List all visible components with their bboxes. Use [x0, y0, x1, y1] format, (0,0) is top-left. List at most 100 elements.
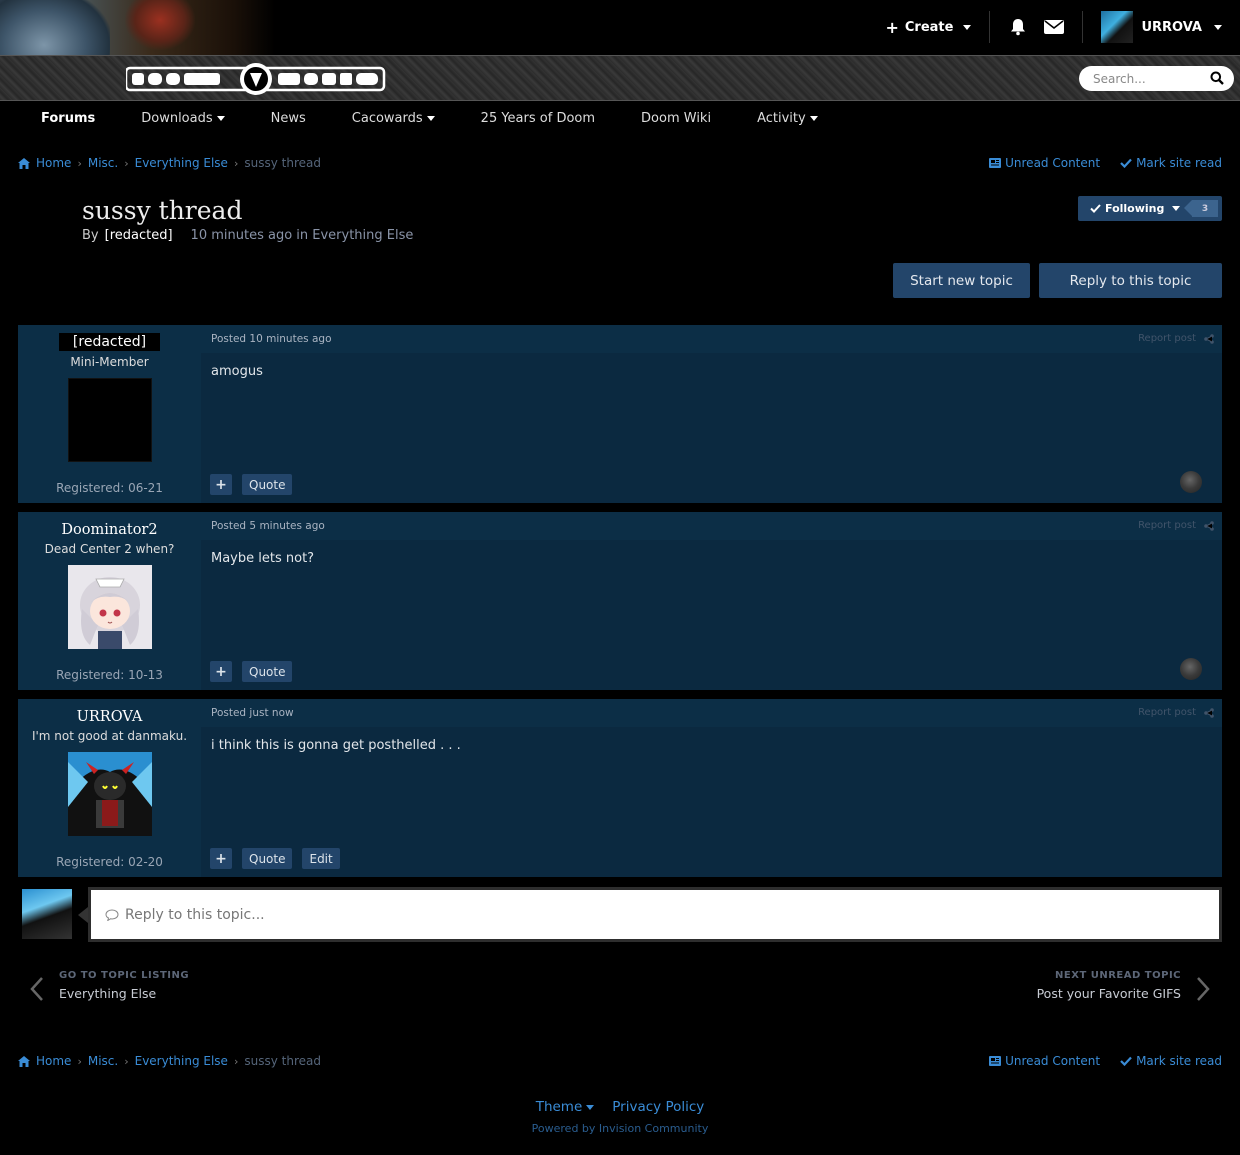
nav-downloads[interactable]: Downloads — [118, 101, 247, 135]
caret-down-icon — [426, 115, 435, 121]
nav-cacowards[interactable]: Cacowards — [329, 101, 458, 135]
unread-content-link[interactable]: Unread Content — [989, 156, 1100, 170]
breadcrumb-misc[interactable]: Misc. — [88, 156, 118, 170]
avatar — [22, 889, 72, 939]
next-topic-link[interactable]: NEXT UNREAD TOPIC Post your Favorite GIF… — [1037, 970, 1210, 1001]
report-post-link[interactable]: Report post — [1138, 520, 1196, 531]
mark-site-read-label: Mark site read — [1136, 156, 1222, 170]
topic-author[interactable]: [redacted] — [105, 228, 173, 243]
breadcrumb-home[interactable]: Home — [36, 156, 71, 170]
create-label: Create — [904, 19, 954, 35]
share-icon[interactable] — [1204, 333, 1214, 344]
nav-25-years[interactable]: 25 Years of Doom — [458, 101, 618, 135]
report-area: Report post — [1138, 333, 1214, 344]
reply-input[interactable]: Reply to this topic... — [88, 887, 1222, 942]
doomworld-logo[interactable] — [126, 63, 386, 95]
multiquote-button[interactable]: + — [210, 661, 232, 682]
reaction-icon[interactable] — [1180, 658, 1202, 680]
chevron-right-icon: › — [124, 156, 129, 170]
reply-to-topic-button[interactable]: Reply to this topic — [1039, 263, 1222, 298]
quote-button[interactable]: Quote — [242, 661, 293, 682]
page-title: sussy thread — [82, 196, 243, 225]
previous-topic-link[interactable]: GO TO TOPIC LISTING Everything Else — [30, 970, 189, 1001]
reply-placeholder: Reply to this topic... — [125, 906, 265, 923]
share-icon[interactable] — [1204, 520, 1214, 531]
user-menu[interactable]: URROVA — [1083, 11, 1222, 43]
home-icon — [18, 1055, 30, 1067]
breadcrumb-misc[interactable]: Misc. — [88, 1054, 118, 1068]
avatar[interactable] — [67, 752, 152, 836]
post-author-name[interactable]: URROVA — [18, 709, 201, 725]
nav-news-label: News — [270, 110, 306, 126]
nav-forums[interactable]: Forums — [18, 101, 118, 135]
multiquote-button[interactable]: + — [210, 474, 232, 495]
quote-button[interactable]: Quote — [242, 848, 293, 869]
share-icon[interactable] — [1204, 707, 1214, 718]
mark-site-read-link[interactable]: Mark site read — [1120, 1054, 1222, 1068]
following-label: Following — [1105, 202, 1165, 215]
next-topic-caption: NEXT UNREAD TOPIC — [1055, 970, 1181, 981]
registered-date: Registered: 02-20 — [56, 855, 163, 869]
unread-content-label: Unread Content — [1005, 1054, 1101, 1068]
newspaper-icon — [989, 158, 1002, 168]
nav-doom-wiki[interactable]: Doom Wiki — [618, 101, 734, 135]
posted-time: Posted 10 minutes ago — [201, 325, 1222, 353]
home-icon — [18, 157, 30, 169]
main-nav: Forums Downloads News Cacowards 25 Years… — [0, 101, 1240, 135]
nav-downloads-label: Downloads — [141, 110, 213, 126]
report-post-link[interactable]: Report post — [1138, 333, 1196, 344]
quote-button[interactable]: Quote — [242, 474, 293, 495]
nav-25-years-label: 25 Years of Doom — [480, 110, 596, 126]
post-actions: + Quote Edit — [210, 848, 340, 869]
privacy-policy-link[interactable]: Privacy Policy — [612, 1099, 704, 1115]
messages-button[interactable] — [1036, 10, 1072, 44]
member-title: I'm not good at danmaku. — [31, 729, 188, 743]
notifications-button[interactable] — [1000, 10, 1036, 44]
powered-by-link[interactable]: Powered by Invision Community — [0, 1122, 1240, 1135]
avatar[interactable] — [67, 378, 152, 462]
nav-news[interactable]: News — [248, 101, 329, 135]
following-button[interactable]: Following 3 — [1078, 196, 1222, 221]
post-body: Posted just now Report post i think this… — [201, 699, 1222, 877]
post-author-name[interactable]: Doominator2 — [18, 522, 201, 538]
edit-button[interactable]: Edit — [302, 848, 340, 869]
multiquote-button[interactable]: + — [210, 848, 232, 869]
caret-down-icon — [1214, 24, 1222, 30]
breadcrumb-current: sussy thread — [244, 1054, 321, 1068]
plus-icon: + — [885, 17, 899, 37]
unread-content-link[interactable]: Unread Content — [989, 1054, 1100, 1068]
reaction-icon[interactable] — [1180, 471, 1202, 493]
nav-forums-label: Forums — [41, 110, 96, 126]
nav-cacowards-label: Cacowards — [351, 110, 423, 126]
registered-date: Registered: 10-13 — [56, 668, 163, 682]
report-post-link[interactable]: Report post — [1138, 707, 1196, 718]
post-author-name[interactable]: [redacted] — [58, 333, 161, 351]
imp-artwork — [125, 0, 195, 50]
start-new-topic-button[interactable]: Start new topic — [893, 263, 1030, 298]
search-input[interactable] — [1079, 66, 1199, 91]
mark-site-read-link[interactable]: Mark site read — [1120, 156, 1222, 170]
post-body: Posted 10 minutes ago Report post amogus… — [201, 325, 1222, 503]
topic-meta: By [redacted] 10 minutes ago in Everythi… — [82, 228, 413, 243]
posted-time: Posted just now — [201, 699, 1222, 727]
chevron-left-icon — [30, 977, 43, 1001]
nav-activity[interactable]: Activity — [734, 101, 841, 135]
follower-count[interactable]: 3 — [1184, 200, 1218, 217]
logo-band — [0, 55, 1240, 101]
post-content: i think this is gonna get posthelled . .… — [211, 738, 461, 753]
chevron-right-icon: › — [77, 156, 82, 170]
avatar[interactable] — [67, 565, 152, 649]
post-author-panel: [redacted] Mini-Member Registered: 06-21 — [18, 325, 201, 503]
breadcrumb-home[interactable]: Home — [36, 1054, 71, 1068]
search-icon[interactable] — [1210, 71, 1224, 85]
bell-icon — [1011, 19, 1026, 36]
post-body: Posted 5 minutes ago Report post Maybe l… — [201, 512, 1222, 690]
theme-menu[interactable]: Theme — [536, 1099, 595, 1115]
breadcrumb-everything-else[interactable]: Everything Else — [135, 156, 228, 170]
footer-links: Theme Privacy Policy — [0, 1099, 1240, 1115]
member-title: Dead Center 2 when? — [44, 542, 175, 556]
breadcrumb-everything-else[interactable]: Everything Else — [135, 1054, 228, 1068]
create-button[interactable]: + Create — [885, 18, 989, 37]
post-actions: + Quote — [210, 474, 293, 495]
posted-time: Posted 5 minutes ago — [201, 512, 1222, 540]
